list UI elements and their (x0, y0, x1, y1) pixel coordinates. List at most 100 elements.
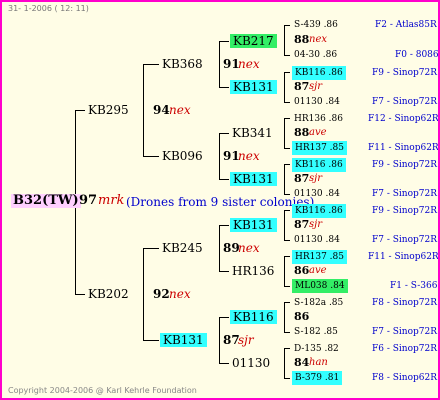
gen4-row-6-id[interactable]: HR136 .86 (294, 112, 343, 126)
gen3-d1-id[interactable]: KB116 (230, 310, 277, 324)
connector (219, 317, 229, 318)
gen2-d-id[interactable]: KB131 (160, 333, 207, 347)
gen2-c-id[interactable]: KB245 (162, 241, 203, 255)
gen2-b-id[interactable]: KB096 (162, 149, 203, 163)
gen4-row-2-id[interactable]: 04-30 .86 (294, 48, 337, 62)
connector (284, 332, 290, 333)
gen3-d2-id[interactable]: 01130 (232, 356, 270, 370)
gen2-b-code: nex (238, 149, 260, 163)
connector (219, 363, 229, 364)
gen4-row-9-id[interactable]: KB116 .86 (292, 158, 346, 172)
connector (284, 118, 290, 119)
gen4-row-9-origin: F9 - Sinop72R (372, 160, 437, 170)
gen4-row-16-score: 86 (294, 264, 310, 277)
gen4-row-20-id[interactable]: S-182 .85 (294, 325, 338, 339)
connector (284, 210, 285, 240)
connector (219, 271, 229, 272)
gen4-row-3-id[interactable]: KB116 .86 (292, 66, 346, 80)
gen4-row-6-origin: F12 - Sinop62R (368, 114, 439, 124)
connector (219, 41, 220, 87)
gen3-a1-id[interactable]: KB217 (230, 34, 277, 48)
connector (284, 256, 285, 286)
gen1-upper-id[interactable]: KB295 (88, 103, 129, 117)
connector (284, 378, 290, 379)
connector (284, 348, 285, 378)
gen4-row-15-id[interactable]: HR137 .85 (292, 250, 347, 264)
gen4-row-16-code: ave (309, 265, 327, 276)
gen4-row-13-code: sjr (309, 219, 323, 230)
connector (219, 87, 229, 88)
gen3-a2-id[interactable]: KB131 (230, 80, 277, 94)
connector (75, 110, 85, 111)
connector (284, 118, 285, 148)
connector (143, 248, 159, 249)
gen4-row-17-origin: F1 - S-366 (390, 281, 438, 291)
gen1-lower-id[interactable]: KB202 (88, 287, 129, 301)
gen2-a-code: nex (238, 57, 260, 71)
connector (143, 340, 159, 341)
root-queen-id[interactable]: B32(TW) (11, 194, 81, 208)
connector (284, 102, 290, 103)
gen1-lower-score: 92 (153, 287, 170, 301)
gen4-row-17-id[interactable]: ML038 .84 (292, 279, 348, 293)
connector (284, 25, 285, 55)
gen3-c2-id[interactable]: HR136 (232, 264, 274, 278)
pedigree-frame: { "header": "31- 1-2006 ( 12: 11)", "foo… (0, 0, 440, 400)
connector (219, 133, 229, 134)
gen4-row-11-id[interactable]: 01130 .84 (294, 187, 340, 201)
gen1-upper-score: 94 (153, 103, 170, 117)
gen4-row-1-score: 88 (294, 33, 310, 46)
gen2-a-id[interactable]: KB368 (162, 57, 203, 71)
gen4-row-20-origin: F7 - Sinop72R (372, 327, 437, 337)
connector (219, 225, 229, 226)
gen4-row-7-score: 88 (294, 126, 310, 139)
connector (219, 179, 229, 180)
connector (284, 55, 290, 56)
copyright-footer: Copyright 2004-2006 @ Karl Kehrle Founda… (8, 386, 197, 395)
connector (219, 41, 229, 42)
gen4-row-0-id[interactable]: S-439 .86 (294, 18, 338, 32)
gen4-row-21-origin: F6 - Sinop72R (372, 344, 437, 354)
gen4-row-23-id[interactable]: B-379 .81 (292, 371, 343, 385)
gen4-row-7-code: ave (309, 127, 327, 138)
connector (284, 348, 290, 349)
connector (284, 210, 290, 211)
gen4-row-11-origin: F7 - Sinop72R (372, 189, 437, 199)
connector (284, 286, 290, 287)
gen4-row-5-id[interactable]: 01130 .84 (294, 95, 340, 109)
gen4-row-21-id[interactable]: D-135 .82 (294, 342, 339, 356)
gen3-b2-id[interactable]: KB131 (230, 172, 277, 186)
gen4-row-2-origin: F0 - 8086 (395, 50, 439, 60)
gen2-c-code: nex (238, 241, 260, 255)
gen4-row-14-origin: F7 - Sinop72R (372, 235, 437, 245)
gen4-row-5-origin: F7 - Sinop72R (372, 97, 437, 107)
connector (284, 256, 290, 257)
gen4-row-12-id[interactable]: KB116 .86 (292, 204, 346, 218)
connector (284, 72, 290, 73)
gen4-row-4-score: 87 (294, 80, 310, 93)
gen3-c1-id[interactable]: KB131 (230, 218, 277, 232)
gen4-row-0-origin: F2 - Atlas85R (375, 20, 437, 30)
gen4-row-15-origin: F11 - Sinop62R (368, 252, 439, 262)
gen4-row-8-id[interactable]: HR137 .85 (292, 141, 347, 155)
connector (284, 164, 285, 194)
connector (219, 317, 220, 363)
gen1-upper-code: nex (169, 103, 191, 117)
connector (143, 64, 159, 65)
gen4-row-18-origin: F8 - Sinop72R (372, 298, 437, 308)
connector (284, 164, 290, 165)
gen3-b1-id[interactable]: KB341 (232, 126, 273, 140)
gen1-lower-code: nex (169, 287, 191, 301)
gen3-d2-code: sjr (238, 333, 254, 347)
gen4-row-23-origin: F8 - Sinop62R (372, 373, 437, 383)
connector (219, 225, 220, 271)
connector (143, 156, 159, 157)
gen4-row-22-score: 84 (294, 356, 310, 369)
gen4-row-13-score: 87 (294, 218, 310, 231)
gen4-row-14-id[interactable]: 01130 .84 (294, 233, 340, 247)
gen4-row-18-id[interactable]: S-182a .85 (294, 296, 343, 310)
root-note: (Drones from 9 sister colonies) (126, 195, 315, 209)
connector (143, 248, 144, 340)
connector (75, 294, 85, 295)
connector (284, 72, 285, 102)
